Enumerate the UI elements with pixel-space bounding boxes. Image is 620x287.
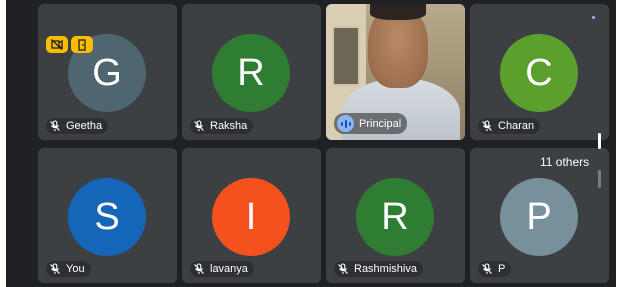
participant-name: Geetha	[66, 120, 103, 132]
mic-off-icon	[338, 263, 348, 274]
participant-label: Geetha	[46, 118, 109, 134]
video-off-icon	[46, 36, 68, 53]
scrollbar-track[interactable]	[598, 170, 601, 188]
participant-name: lavanya	[210, 263, 248, 275]
indicator-dot	[592, 16, 595, 19]
participant-name: P	[498, 263, 506, 275]
participant-name: Rashmishiva	[354, 263, 417, 275]
participant-tile-lavanya[interactable]: I lavanya	[182, 148, 321, 283]
others-count-badge[interactable]: 11 others	[532, 152, 598, 172]
mic-off-icon	[194, 263, 204, 274]
scrollbar-thumb[interactable]	[598, 133, 601, 149]
status-badges	[46, 36, 93, 53]
mic-off-icon	[50, 263, 60, 274]
participant-name: You	[66, 263, 85, 275]
participant-label: Rashmishiva	[334, 261, 423, 277]
participant-tile-principal[interactable]: Principal	[326, 4, 465, 140]
participant-name: Raksha	[210, 120, 248, 132]
participant-label: P	[478, 261, 512, 277]
participant-name: Principal	[359, 117, 402, 130]
avatar: S	[68, 178, 146, 256]
avatar: R	[356, 178, 434, 256]
participant-label: Raksha	[190, 118, 254, 134]
mic-off-icon	[482, 120, 492, 131]
participant-label: lavanya	[190, 261, 254, 277]
mic-off-icon	[50, 120, 60, 131]
audio-wave-icon	[337, 115, 354, 132]
door-icon	[71, 36, 93, 53]
participant-name: Charan	[498, 120, 535, 132]
avatar: P	[500, 178, 578, 256]
avatar: C	[500, 34, 578, 112]
participant-tile-charan[interactable]: C Charan	[470, 4, 609, 140]
participant-tile-raksha[interactable]: R Raksha	[182, 4, 321, 140]
avatar: I	[212, 178, 290, 256]
meeting-grid: G Geetha R Raksha Principal C Charan S Y…	[6, 0, 616, 287]
participant-label: Charan	[478, 118, 541, 134]
avatar: R	[212, 34, 290, 112]
participant-tile-rashmishiva[interactable]: R Rashmishiva	[326, 148, 465, 283]
participant-label: Principal	[334, 113, 408, 134]
mic-off-icon	[194, 120, 204, 131]
participant-tile-you[interactable]: S You	[38, 148, 177, 283]
mic-off-icon	[482, 263, 492, 274]
participant-tile-geetha[interactable]: G Geetha	[38, 4, 177, 140]
participant-label: You	[46, 261, 91, 277]
